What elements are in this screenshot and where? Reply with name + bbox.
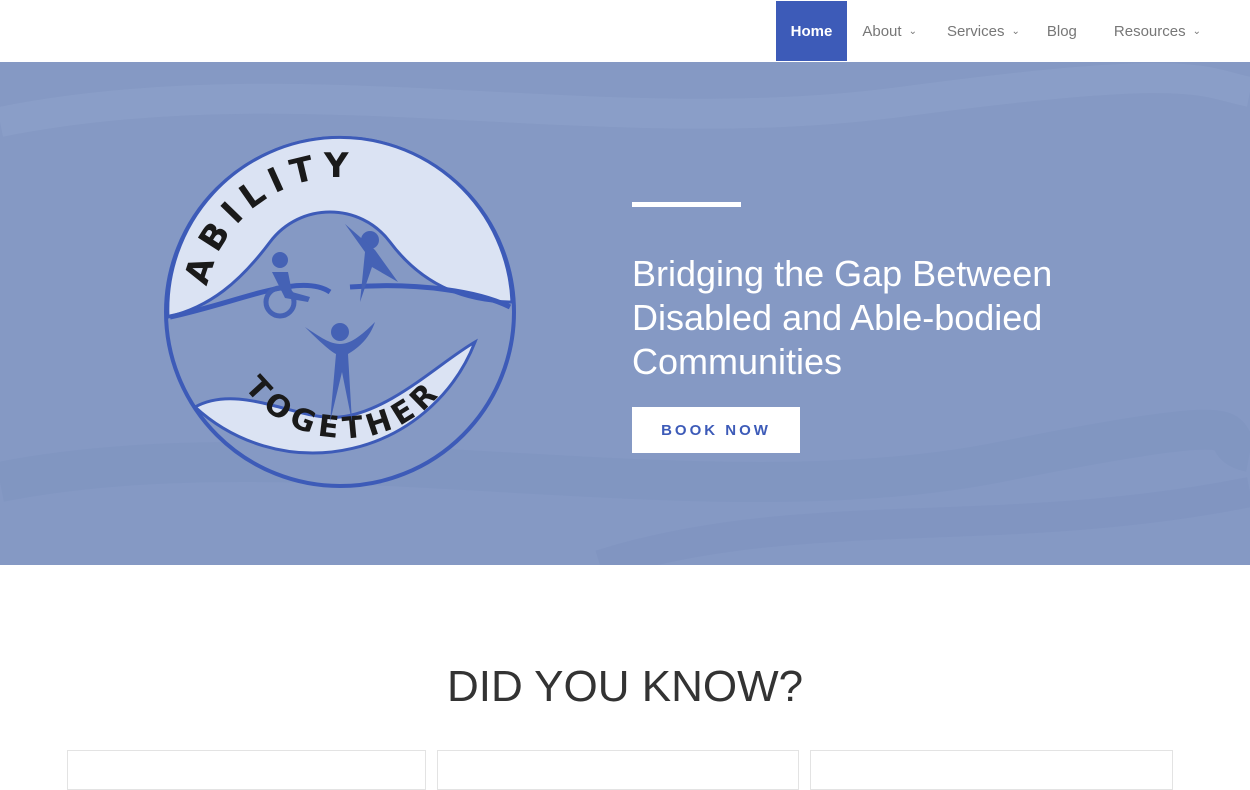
nav-services[interactable]: Services ⌄ bbox=[932, 1, 1035, 61]
nav-services-label: Services bbox=[946, 22, 1005, 40]
book-now-button[interactable]: BOOK NOW bbox=[632, 407, 800, 453]
headline-divider bbox=[632, 202, 741, 207]
hero-headline: Bridging the Gap Between Disabled and Ab… bbox=[632, 253, 1053, 382]
nav-about-label: About bbox=[862, 22, 902, 40]
info-card bbox=[67, 750, 426, 790]
nav-home-label: Home bbox=[790, 22, 833, 40]
nav-blog[interactable]: Blog bbox=[1035, 1, 1099, 61]
chevron-down-icon: ⌄ bbox=[1011, 25, 1020, 37]
main-menu: Home About ⌄ Services ⌄ Blog Resources ⌄ bbox=[775, 1, 1216, 61]
info-card bbox=[437, 750, 799, 790]
nav-resources[interactable]: Resources ⌄ bbox=[1099, 1, 1216, 61]
nav-home[interactable]: Home bbox=[775, 1, 848, 61]
chevron-down-icon: ⌄ bbox=[908, 25, 917, 37]
nav-blog-label: Blog bbox=[1046, 22, 1077, 40]
info-card bbox=[810, 750, 1173, 790]
hero-banner: ABILITY TOGETHER Bridging the Gap Betwee… bbox=[0, 62, 1250, 565]
ability-together-logo: ABILITY TOGETHER bbox=[164, 135, 516, 488]
section-title: DID YOU KNOW? bbox=[446, 662, 804, 711]
chevron-down-icon: ⌄ bbox=[1192, 25, 1201, 37]
nav-resources-label: Resources bbox=[1113, 22, 1186, 40]
top-navigation: Home About ⌄ Services ⌄ Blog Resources ⌄ bbox=[0, 0, 1250, 62]
nav-about[interactable]: About ⌄ bbox=[847, 1, 932, 61]
